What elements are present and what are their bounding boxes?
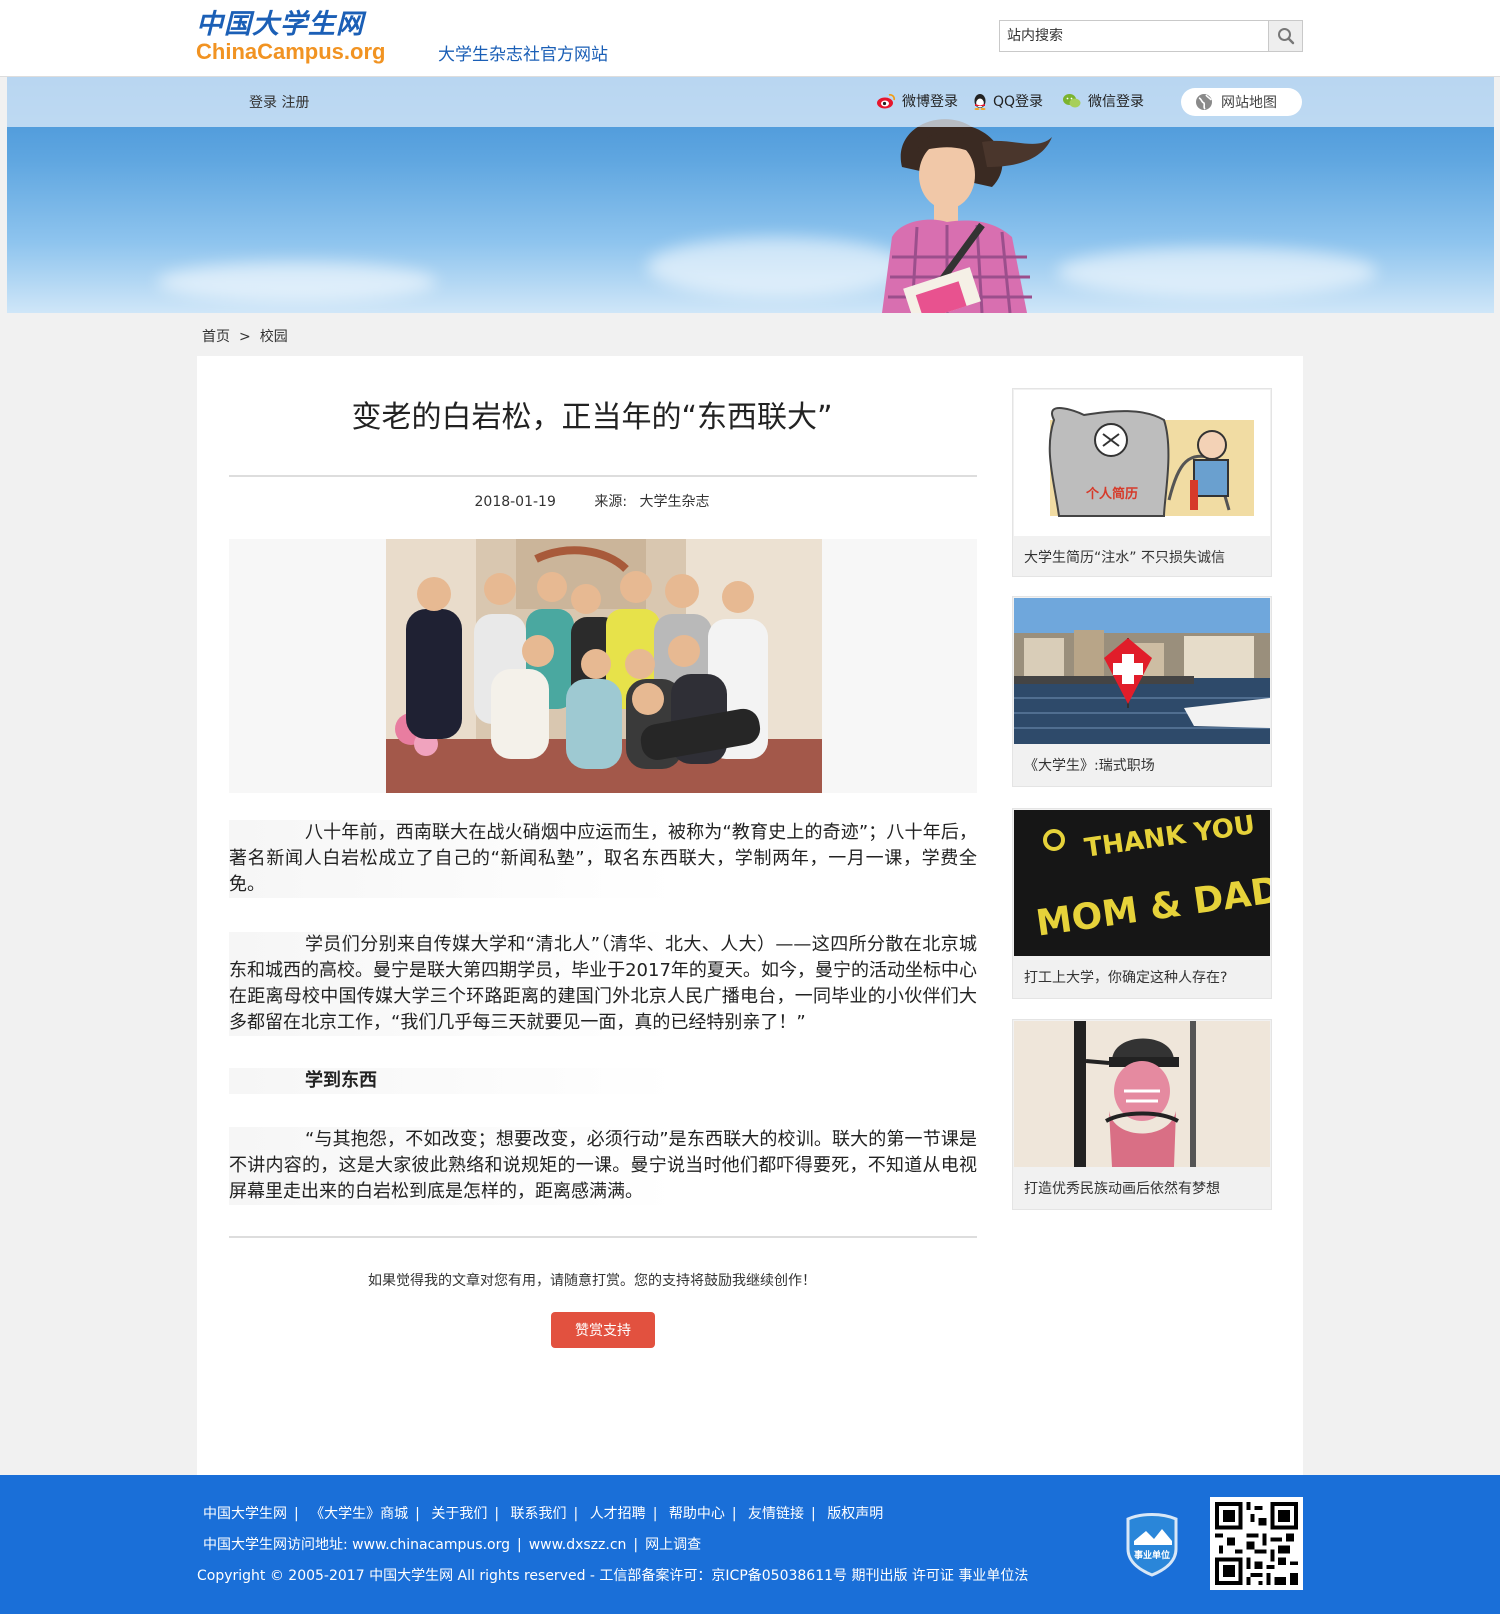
footer-link[interactable]: 《大学生》商城	[310, 1506, 408, 1522]
footer-link[interactable]: 友情链接	[748, 1506, 804, 1522]
site-logo[interactable]: 中国大学生网 ChinaCampus.org	[196, 10, 385, 64]
nav-strip: 登录 注册 微博登录 QQ登录 微信登录 网站地图	[7, 77, 1494, 127]
footer-link[interactable]: 关于我们	[431, 1506, 487, 1522]
article-end-divider	[229, 1236, 977, 1238]
sitemap-label: 网站地图	[1221, 95, 1277, 111]
institution-badge-icon[interactable]: 事业单位	[1124, 1511, 1180, 1577]
article-meta: 2018-01-19 来源: 大学生杂志	[197, 491, 987, 511]
footer-links: 中国大学生网 | 《大学生》商城 | 关于我们 | 联系我们 | 人才招聘 | 帮助中心 |…	[203, 1506, 884, 1522]
sidebar-card-resume[interactable]: 个人简历 大学生简历“注水” 不只损失诚信	[1012, 388, 1272, 577]
top-header: 中国大学生网 ChinaCampus.org 大学生杂志社官方网站	[0, 0, 1500, 77]
search-icon	[1278, 28, 1295, 45]
banner-girl-illustration	[882, 119, 1052, 313]
article-photo-frame	[229, 539, 977, 793]
sidebar-caption: 打造优秀民族动画后依然有梦想	[1024, 1181, 1220, 1197]
logo-cn: 中国大学生网	[196, 9, 364, 40]
logo-en: ChinaCampus.org	[196, 39, 386, 64]
hero-banner: 登录 注册 微博登录 QQ登录 微信登录 网站地图	[7, 77, 1494, 313]
wechat-login[interactable]: 微信登录	[1062, 91, 1144, 111]
sidebar-caption: 大学生简历“注水” 不只损失诚信	[1024, 550, 1225, 566]
title-divider	[229, 475, 977, 477]
reward-prompt: 如果觉得我的文章对您有用，请随意打赏。您的支持将鼓励我继续创作！	[368, 1273, 816, 1289]
qq-login-label: QQ登录	[993, 94, 1044, 110]
sitemap-button[interactable]: 网站地图	[1181, 88, 1302, 116]
register-link[interactable]: 注册	[281, 95, 309, 111]
sidebar-card-thankyou[interactable]: THANK YOU MOM & DAD 打工上大学，你确定这种人存在?	[1012, 808, 1272, 999]
footer-link[interactable]: 人才招聘	[590, 1506, 646, 1522]
article-paragraph: 八十年前，西南联大在战火硝烟中应运而生，被称为“教育史上的奇迹”；八十年后，著名…	[229, 820, 977, 898]
sidebar-thumb	[1014, 598, 1270, 744]
sidebar-caption: 《大学生》:瑞式职场	[1024, 758, 1155, 774]
sidebar-card-animation[interactable]: 打造优秀民族动画后依然有梦想	[1012, 1019, 1272, 1210]
survey-link[interactable]: 网上调查	[645, 1537, 701, 1553]
address-label: 中国大学生网访问地址:	[203, 1537, 348, 1553]
content-panel: 变老的白岩松，正当年的“东西联大” 2018-01-19 来源: 大学生杂志 八…	[197, 356, 1303, 1475]
wechat-login-label: 微信登录	[1088, 94, 1144, 110]
breadcrumb-home[interactable]: 首页	[202, 329, 230, 345]
weibo-icon	[877, 94, 895, 109]
article-subhead: 学到东西	[229, 1068, 977, 1094]
login-links: 登录 注册	[249, 92, 309, 112]
sidebar-caption: 打工上大学，你确定这种人存在?	[1024, 970, 1228, 986]
weibo-login-label: 微博登录	[902, 94, 958, 110]
footer-link[interactable]: 帮助中心	[669, 1506, 725, 1522]
qq-login[interactable]: QQ登录	[973, 91, 1043, 111]
source-label: 来源:	[594, 494, 628, 510]
footer-link[interactable]: 中国大学生网	[203, 1506, 287, 1522]
sidebar-card-swiss[interactable]: 《大学生》:瑞式职场	[1012, 596, 1272, 787]
weibo-login[interactable]: 微博登录	[876, 91, 958, 111]
search-button[interactable]	[1268, 21, 1302, 51]
breadcrumb: 首页 > 校园	[202, 326, 288, 346]
site-footer: 中国大学生网 | 《大学生》商城 | 关于我们 | 联系我们 | 人才招聘 | 帮助中心 |…	[0, 1475, 1500, 1614]
login-link[interactable]: 登录	[249, 95, 277, 111]
breadcrumb-separator: >	[239, 329, 251, 345]
copyright: Copyright © 2005-2017 中国大学生网 All rights …	[197, 1568, 1029, 1584]
sidebar-thumb: THANK YOU MOM & DAD	[1014, 810, 1270, 956]
article-date: 2018-01-19	[474, 494, 556, 510]
address-link-1[interactable]: www.chinacampus.org	[352, 1537, 510, 1553]
reward-button[interactable]: 赞赏支持	[551, 1312, 655, 1348]
thumb-resume-text: 个人简历	[1085, 486, 1138, 502]
search-box	[999, 20, 1303, 52]
article-paragraph: “与其抱怨，不如改变；想要改变，必须行动”是东西联大的校训。联大的第一节课是不讲…	[229, 1127, 977, 1205]
qr-code	[1210, 1497, 1303, 1590]
footer-link[interactable]: 版权声明	[827, 1506, 883, 1522]
footer-address: 中国大学生网访问地址: www.chinacampus.org | www.dxsz…	[203, 1537, 702, 1553]
address-link-2[interactable]: www.dxszz.cn	[529, 1537, 627, 1553]
breadcrumb-current[interactable]: 校园	[260, 329, 288, 345]
article-photo	[386, 539, 822, 793]
badge-text: 事业单位	[1134, 1549, 1170, 1561]
footer-link[interactable]: 联系我们	[511, 1506, 567, 1522]
article-paragraph: 学员们分别来自传媒大学和“清北人”（清华、北大、人大）——这四所分散在北京城东和…	[229, 932, 977, 1036]
site-slogan: 大学生杂志社官方网站	[438, 45, 608, 65]
qq-penguin-icon	[974, 93, 986, 110]
article-source: 大学生杂志	[639, 494, 710, 510]
wechat-icon	[1063, 94, 1081, 108]
sidebar-thumb	[1014, 1021, 1270, 1167]
search-input[interactable]	[1000, 21, 1270, 51]
article-title: 变老的白岩松，正当年的“东西联大”	[351, 400, 833, 435]
sidebar-thumb: 个人简历	[1014, 390, 1270, 536]
globe-icon	[1196, 94, 1212, 110]
